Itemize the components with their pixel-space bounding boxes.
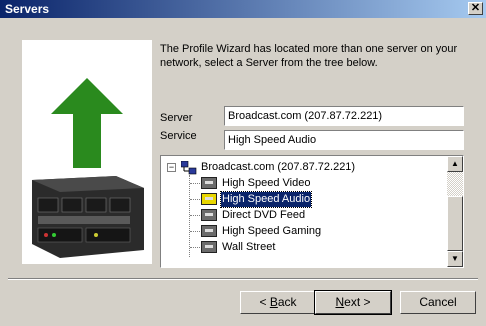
tree-item-high-speed-gaming[interactable]: High Speed Gaming: [221, 224, 322, 239]
next-mnemonic: N: [335, 295, 345, 309]
tree-connector: [189, 175, 190, 257]
tree-connector: [190, 247, 200, 248]
scroll-up-button[interactable]: ▲: [447, 156, 463, 172]
tree-item-high-speed-video[interactable]: High Speed Video: [221, 176, 311, 191]
cancel-button[interactable]: Cancel: [400, 291, 476, 314]
network-root-icon: [181, 161, 197, 175]
service-field[interactable]: High Speed Audio: [224, 130, 464, 150]
tree-scrollbar[interactable]: ▲ ▼: [447, 156, 463, 267]
button-separator: [8, 278, 478, 280]
service-icon: [201, 177, 217, 189]
title-bar: Servers ✕: [0, 0, 486, 18]
service-label: Service: [160, 130, 197, 142]
window-title: Servers: [5, 2, 50, 16]
back-prefix: <: [259, 295, 270, 309]
triangle-up-icon: ▲: [451, 159, 459, 168]
back-label: ack: [277, 295, 297, 309]
service-icon: [201, 241, 217, 253]
collapse-toggle-icon[interactable]: −: [167, 163, 176, 172]
service-icon: [201, 193, 217, 205]
tree-item-high-speed-audio[interactable]: High Speed Audio: [219, 191, 313, 208]
server-chassis-icon: [32, 176, 144, 258]
server-label: Server: [160, 112, 193, 124]
tree-connector: [190, 231, 200, 232]
tree-item-wall-street[interactable]: Wall Street: [221, 240, 276, 255]
tree-connector: [190, 183, 200, 184]
tree-connector: [190, 215, 200, 216]
back-button[interactable]: < Back: [240, 291, 316, 314]
intro-text: The Profile Wizard has located more than…: [160, 43, 458, 69]
triangle-down-icon: ▼: [451, 254, 459, 263]
server-field[interactable]: Broadcast.com (207.87.72.221): [224, 106, 464, 126]
tree-content: − Broadcast.com (207.87.72.221) High Spe…: [161, 156, 447, 267]
scroll-down-button[interactable]: ▼: [447, 251, 463, 267]
tree-root-item[interactable]: Broadcast.com (207.87.72.221): [201, 160, 355, 175]
close-icon: ✕: [470, 2, 481, 14]
up-arrow-icon: [51, 78, 123, 168]
close-button[interactable]: ✕: [468, 2, 483, 15]
wizard-image-panel: [22, 40, 152, 264]
service-icon: [201, 225, 217, 237]
tree-item-direct-dvd-feed[interactable]: Direct DVD Feed: [221, 208, 306, 223]
service-icon: [201, 209, 217, 221]
scroll-thumb[interactable]: [447, 196, 463, 251]
next-label: ext >: [344, 295, 371, 309]
next-button[interactable]: Next >: [314, 290, 392, 315]
tree-connector: [190, 199, 200, 200]
back-mnemonic: B: [269, 295, 278, 309]
server-tree[interactable]: − Broadcast.com (207.87.72.221) High Spe…: [160, 155, 464, 268]
